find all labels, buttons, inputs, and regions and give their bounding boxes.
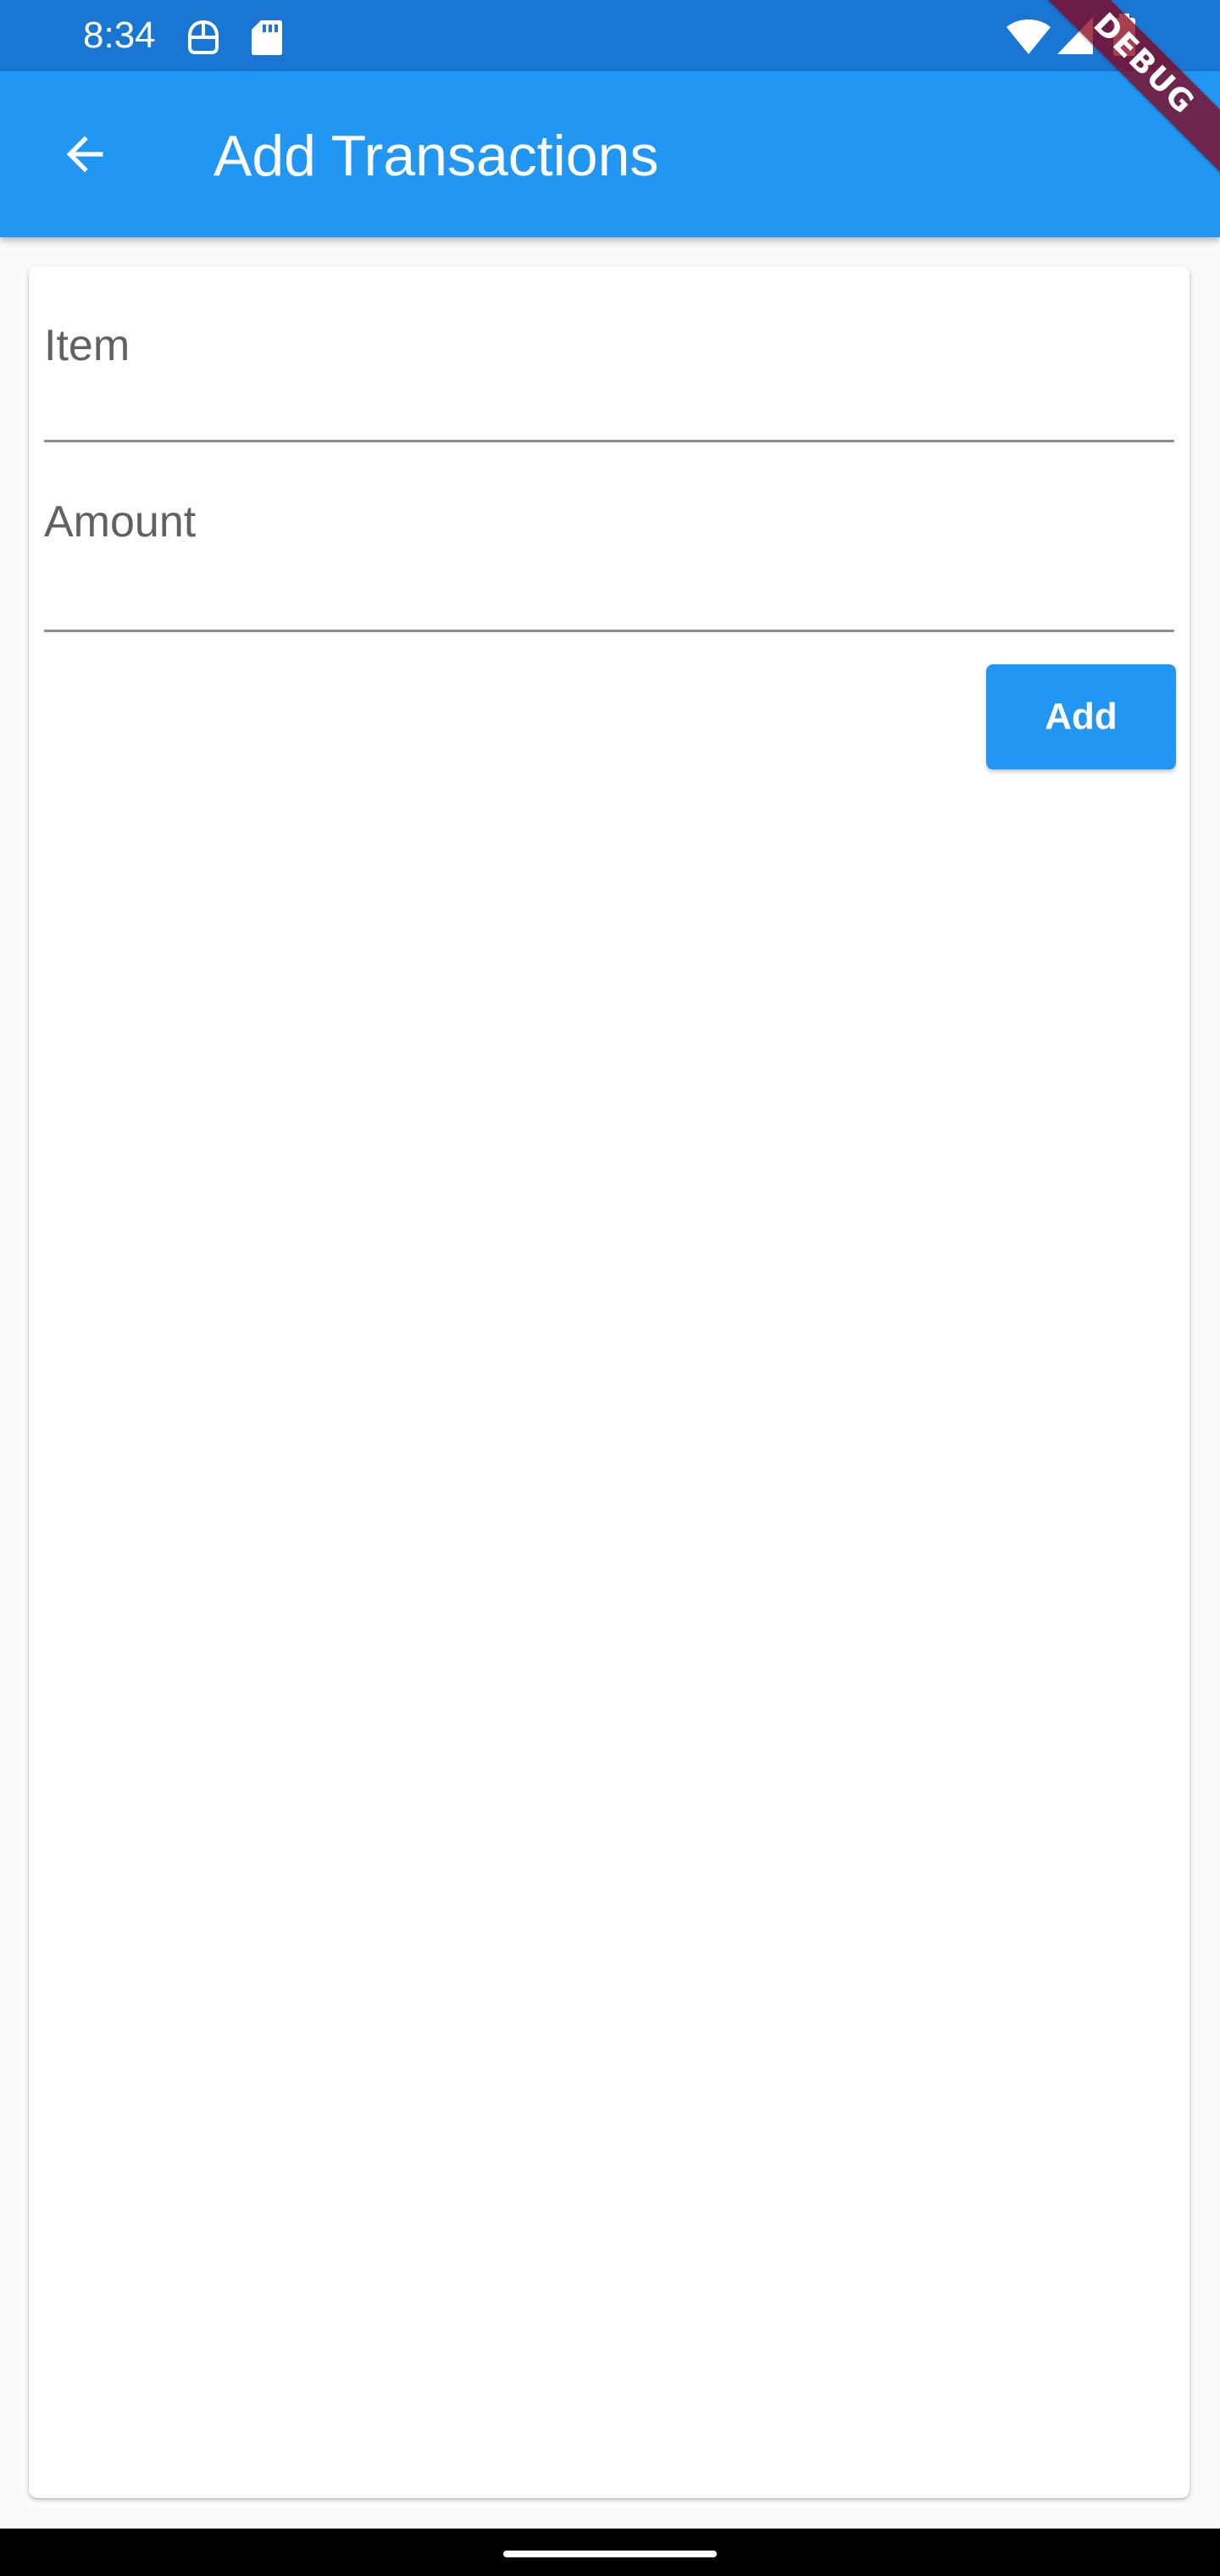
status-time: 8:34 (83, 14, 156, 56)
signal-icon (1057, 17, 1093, 54)
data-saver-icon (188, 19, 219, 54)
navigation-bar (0, 2529, 1220, 2576)
arrow-back-icon (66, 136, 103, 173)
status-bar: 8:34 (0, 0, 1220, 71)
amount-field-label: Amount (44, 497, 197, 547)
sd-card-icon (252, 20, 282, 55)
screen: 8:34 Add Transactions DEBUG Item Amount … (0, 0, 1220, 2576)
item-field-label: Item (44, 321, 130, 370)
back-button[interactable] (41, 110, 129, 198)
battery-icon (1113, 14, 1135, 56)
page-title: Add Transactions (214, 124, 659, 188)
transaction-form-card: Item Amount Add (29, 266, 1190, 2498)
app-bar: Add Transactions (0, 71, 1220, 237)
wifi-icon (1006, 19, 1051, 54)
home-handle[interactable] (503, 2551, 717, 2557)
amount-field[interactable]: Amount (44, 442, 1174, 632)
add-button[interactable]: Add (986, 664, 1176, 769)
item-field[interactable]: Item (44, 266, 1174, 442)
